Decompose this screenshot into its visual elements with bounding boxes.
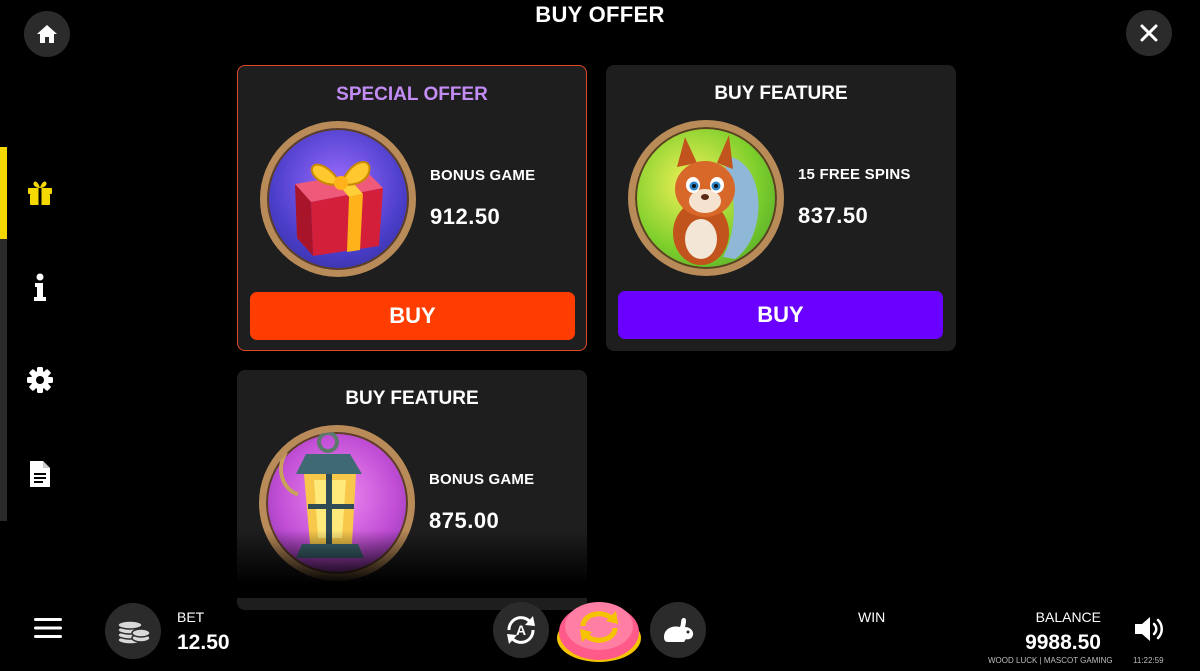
feature-name: BONUS GAME [429, 471, 535, 488]
close-icon [1140, 24, 1158, 42]
balance-label: BALANCE [1035, 609, 1101, 625]
bet-selector-button[interactable] [105, 603, 161, 659]
gift-box-medal [260, 121, 416, 277]
close-button[interactable] [1126, 10, 1172, 56]
feature-name: 15 FREE SPINS [798, 166, 911, 183]
spin-button[interactable] [556, 596, 642, 664]
page-title: BUY OFFER [535, 2, 665, 27]
speaker-icon [1135, 617, 1163, 641]
game-credit: WOOD LUCK | MASCOT GAMING [988, 656, 1113, 665]
card-title: BUY FEATURE [714, 83, 848, 104]
feature-name: BONUS GAME [430, 167, 536, 184]
info-icon [34, 273, 46, 301]
coins-icon [117, 620, 151, 645]
sidebar-active-indicator [0, 147, 7, 239]
scroll-fade-overlay [236, 530, 588, 598]
gift-icon [28, 181, 52, 205]
squirrel-icon [673, 135, 759, 265]
autoplay-button[interactable]: A [493, 602, 549, 658]
squirrel-medal [628, 120, 784, 276]
buy-button-free-spins[interactable]: BUY [618, 291, 943, 339]
offer-card-free-spins: BUY FEATURE 15 FREE SPINS 837.50 BUY [606, 65, 956, 351]
rabbit-icon [664, 618, 694, 642]
feature-price: 912.50 [430, 204, 501, 229]
feature-price: 837.50 [798, 203, 869, 228]
buy-button-special[interactable]: BUY [250, 292, 575, 340]
balance-value: 9988.50 [1025, 631, 1101, 654]
sidebar-item-info[interactable] [24, 271, 56, 303]
bet-label: BET [177, 609, 205, 625]
offer-card-special: SPECIAL OFFER BONUS GAME 912.50 BUY [237, 65, 587, 351]
card-title: SPECIAL OFFER [336, 84, 488, 105]
bet-value: 12.50 [177, 631, 230, 654]
sidebar-item-document[interactable] [24, 458, 56, 490]
sidebar-item-settings[interactable] [24, 364, 56, 396]
autoplay-icon: A [507, 616, 535, 644]
menu-button[interactable] [34, 617, 62, 644]
document-icon [30, 461, 50, 487]
clock: 11:22:59 [1133, 656, 1164, 665]
turbo-button[interactable] [650, 602, 706, 658]
win-label: WIN [858, 609, 886, 625]
sound-button[interactable] [1134, 616, 1166, 647]
sidebar-item-gift[interactable] [24, 177, 56, 209]
gear-icon [27, 367, 53, 393]
svg-text:A: A [516, 622, 526, 638]
gift-box-icon [295, 161, 383, 256]
menu-icon [34, 618, 62, 638]
card-title: BUY FEATURE [345, 388, 479, 409]
spin-button-graphic [557, 602, 641, 662]
